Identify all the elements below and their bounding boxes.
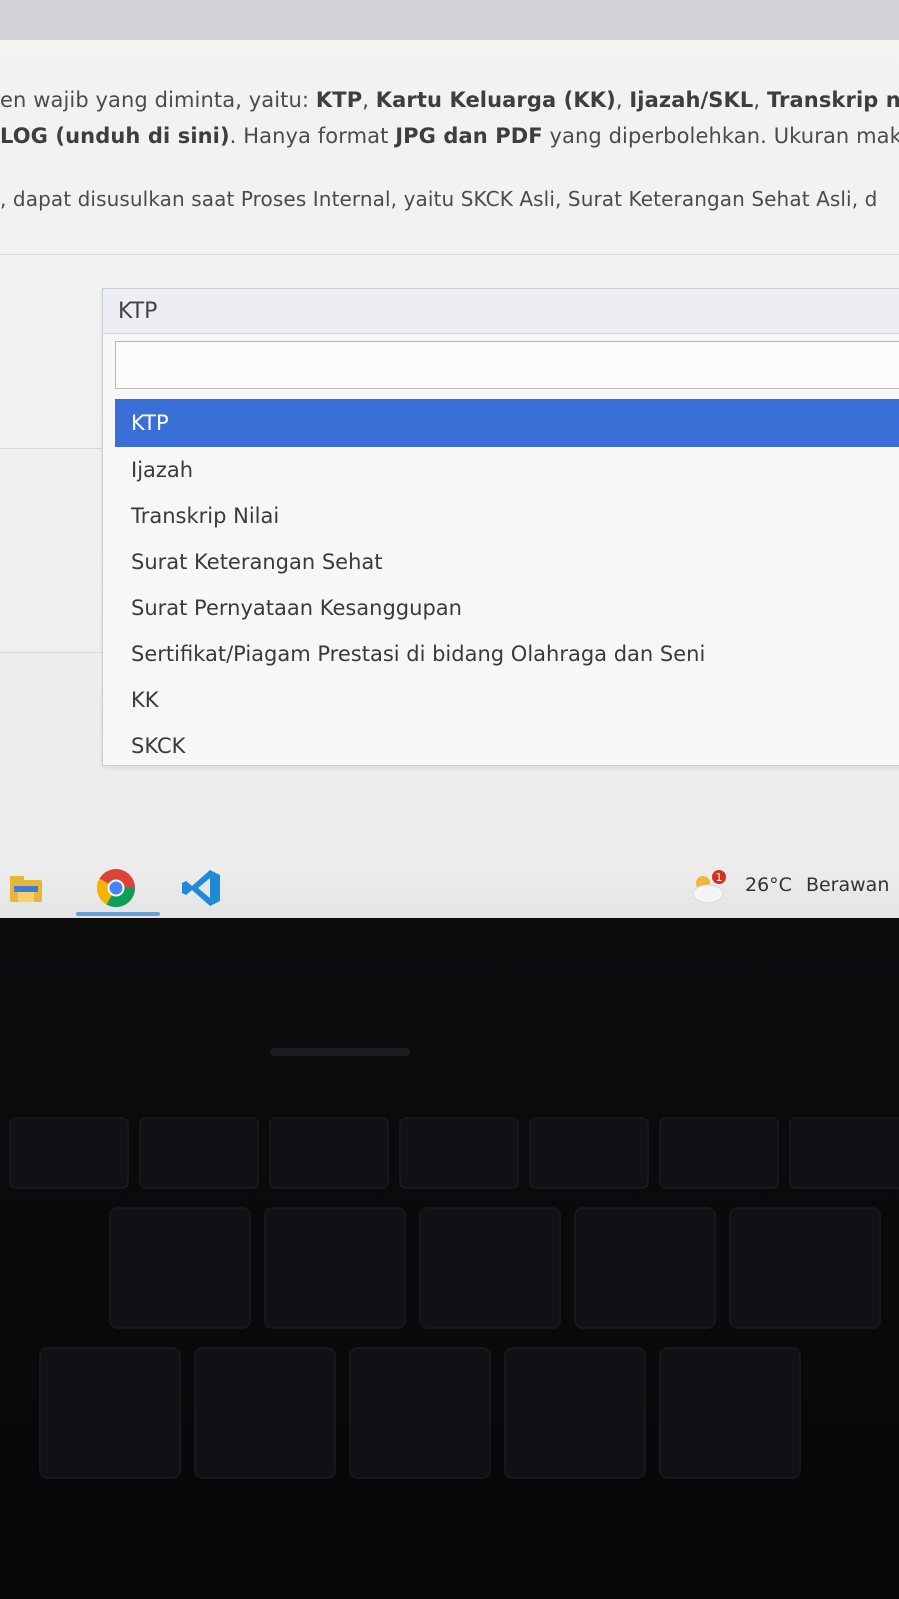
dropdown-option[interactable]: Surat Pernyataan Kesanggupan — [115, 585, 899, 631]
vscode-icon[interactable] — [180, 866, 224, 910]
dropdown-option[interactable]: KK — [115, 677, 899, 723]
file-explorer-icon[interactable] — [4, 866, 48, 910]
instruction-text-run: JPG dan PDF — [395, 124, 543, 148]
svg-text:1: 1 — [716, 871, 723, 884]
dropdown-option[interactable]: Sertifikat/Piagam Prestasi di bidang Ola… — [115, 631, 899, 677]
dropdown-option[interactable]: SKCK — [115, 723, 899, 769]
dropdown-option[interactable]: Ijazah — [115, 447, 899, 493]
instruction-text-run: en wajib yang diminta, yaitu: — [0, 88, 316, 112]
dropdown-option[interactable]: Surat Keterangan Sehat — [115, 539, 899, 585]
dropdown-search-input[interactable] — [115, 341, 899, 389]
divider — [0, 652, 102, 653]
instruction-line-3: , dapat disusulkan saat Proses Internal,… — [0, 187, 878, 211]
document-type-dropdown[interactable]: KTP KTP Ijazah Transkrip Nilai Surat Ket… — [102, 288, 899, 766]
instruction-line-2: LOG (unduh di sini). Hanya format JPG da… — [0, 124, 899, 148]
instruction-text-run: , — [753, 88, 767, 112]
browser-top-strip — [0, 0, 899, 40]
instruction-text-run: , — [615, 88, 630, 112]
weather-readout[interactable]: 26°C Berawan — [745, 874, 899, 896]
divider — [0, 448, 102, 449]
instruction-text-run: LOG (unduh di sini) — [0, 124, 230, 148]
instruction-text-run: KTP — [315, 88, 363, 112]
instruction-line-1: en wajib yang diminta, yaitu: KTP, Kartu… — [0, 88, 899, 112]
weather-condition: Berawan — [805, 874, 890, 896]
laptop-screen: en wajib yang diminta, yaitu: KTP, Kartu… — [0, 0, 899, 918]
weather-cloud-icon[interactable]: 1 — [688, 868, 728, 908]
instruction-text-run: . Hanya format — [229, 124, 396, 148]
taskbar: 1 26°C Berawan — [0, 858, 899, 918]
weather-temperature: 26°C — [745, 874, 792, 896]
instruction-text-run: yang diperbolehkan. Ukuran maks — [542, 124, 899, 148]
dropdown-current-value: KTP — [118, 299, 158, 324]
instruction-text-run: Transkrip n — [766, 88, 899, 112]
instruction-text-run: , — [362, 88, 376, 112]
dropdown-options-list: KTP Ijazah Transkrip Nilai Surat Keteran… — [115, 399, 899, 769]
dropdown-option[interactable]: Transkrip Nilai — [115, 493, 899, 539]
dropdown-option[interactable]: KTP — [115, 399, 899, 447]
divider — [0, 254, 899, 255]
chrome-icon[interactable] — [94, 866, 138, 910]
instruction-text-run: Kartu Keluarga (KK) — [375, 88, 616, 112]
instruction-text-run: Ijazah/SKL — [629, 88, 754, 112]
laptop-keyboard-area — [0, 918, 899, 1599]
active-app-indicator — [76, 912, 160, 916]
dropdown-header[interactable]: KTP — [103, 289, 899, 334]
